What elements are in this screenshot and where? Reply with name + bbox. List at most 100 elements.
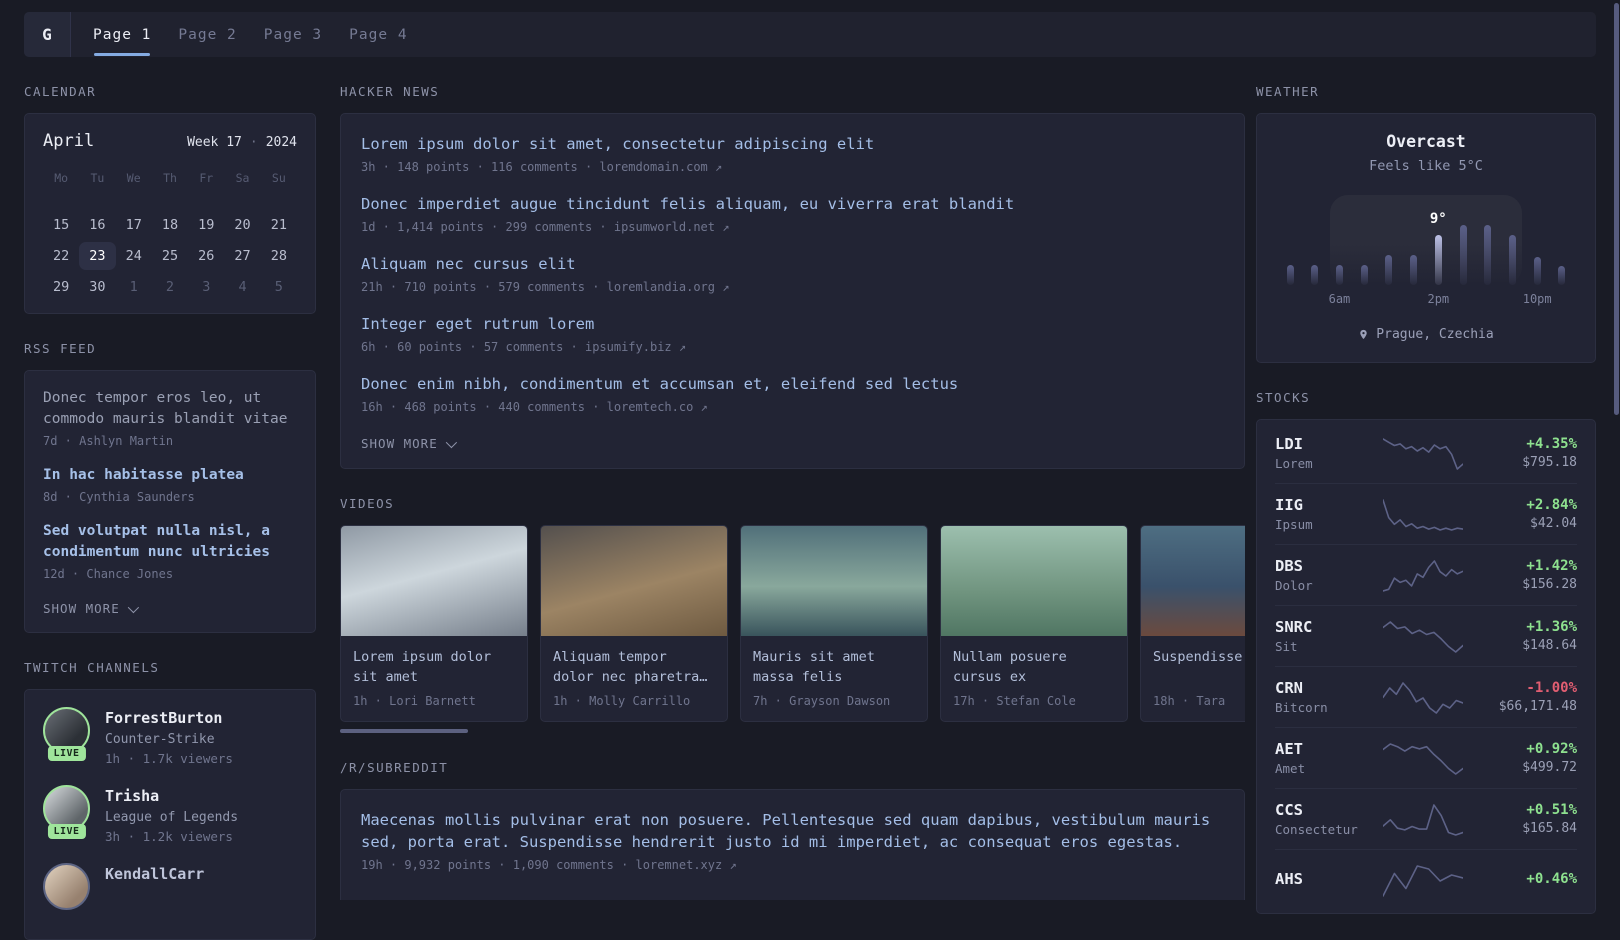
stock-identity: CCS Consectetur — [1275, 801, 1383, 837]
video-card[interactable]: Lorem ipsum dolor sit amet consectetu… 1… — [340, 525, 528, 722]
subreddit-post-meta: 19h · 9,932 points · 1,090 comments · lo… — [361, 858, 737, 872]
stock-price: $165.84 — [1522, 821, 1577, 836]
calendar-day-cell: 17 — [125, 217, 142, 233]
stock-identity: AHS — [1275, 870, 1383, 891]
page-tabs: Page 1 Page 2 Page 3 Page 4 — [71, 12, 408, 57]
calendar-day-header: Su — [271, 171, 286, 185]
app-logo[interactable]: G — [24, 12, 71, 57]
video-meta: 17h · Stefan Cole — [953, 694, 1076, 708]
calendar-day-cell: 4 — [238, 279, 247, 295]
page-tab[interactable]: Page 1 — [93, 27, 151, 56]
stocks-widget-title: STOCKS — [1256, 390, 1311, 405]
subreddit-post: Maecenas mollis pulvinar erat non posuer… — [361, 809, 1224, 872]
calendar-header: April Week 17 · 2024 — [43, 131, 297, 151]
hackernews-item-meta: 16h · 468 points · 440 comments · loremt… — [361, 400, 708, 414]
hackernews-item-link[interactable]: Aliquam nec cursus elit — [361, 253, 1224, 275]
video-meta: 1h · Molly Carrillo — [553, 694, 691, 708]
left-column: CALENDAR April Week 17 · 2024 Mo Tu We Th Fr… — [24, 57, 316, 940]
hackernews-show-more-label: SHOW MORE — [361, 436, 438, 451]
calendar-day-cell: 5 — [274, 279, 283, 295]
video-meta: 7h · Grayson Dawson — [753, 694, 891, 708]
weather-widget-title: WEATHER — [1256, 84, 1320, 99]
stock-change-percent: +2.84% — [1526, 497, 1577, 513]
stock-row[interactable]: DBS Dolor +1.42% $156.28 — [1275, 545, 1577, 606]
stock-row[interactable]: LDI Lorem +4.35% $795.18 — [1275, 423, 1577, 484]
video-card[interactable]: Suspendisse diam 18h · Tara — [1140, 525, 1245, 722]
weather-time-label: 6am — [1328, 292, 1351, 306]
rss-item-link[interactable]: Donec tempor eros leo, ut commodo mauris… — [43, 388, 297, 430]
weather-hourly-chart: 6am 9° 2pm 10pm — [1283, 195, 1569, 306]
calendar-year: 2024 — [265, 135, 297, 150]
stock-identity: SNRC Sit — [1275, 618, 1383, 654]
weather-temp-bar — [1385, 255, 1393, 285]
stock-name: Lorem — [1275, 456, 1313, 471]
stock-row[interactable]: IIG Ipsum +2.84% $42.04 — [1275, 484, 1577, 545]
subreddit-post-link[interactable]: Maecenas mollis pulvinar erat non posuer… — [361, 809, 1224, 853]
calendar-day-cell: 16 — [89, 217, 106, 233]
calendar-day-cell: 29 — [53, 279, 70, 295]
calendar-separator-dot: · — [249, 135, 258, 150]
video-card[interactable]: Aliquam tempor dolor nec pharetra… 1h · … — [540, 525, 728, 722]
calendar-grid: 15 16 17 18 19 20 21 22 23 24 25 26 27 2… — [43, 211, 297, 301]
rss-item-link[interactable]: In hac habitasse platea — [43, 465, 297, 486]
video-card[interactable]: Nullam posuere cursus ex 17h · Stefan Co… — [940, 525, 1128, 722]
video-card-body: Lorem ipsum dolor sit amet consectetu… 1… — [341, 636, 527, 721]
hackernews-item-link[interactable]: Donec enim nibh, condimentum et accumsan… — [361, 373, 1224, 395]
stock-identity: CRN Bitcorn — [1275, 679, 1383, 715]
stock-row[interactable]: SNRC Sit +1.36% $148.64 — [1275, 606, 1577, 667]
top-nav-bar: G Page 1 Page 2 Page 3 Page 4 — [24, 12, 1596, 57]
stock-price: $499.72 — [1522, 760, 1577, 775]
rss-show-more-label: SHOW MORE — [43, 601, 120, 616]
twitch-avatar-wrap: LIVE — [43, 863, 90, 910]
twitch-widget: LIVE ForrestBurton Counter-Strike 1h · 1… — [24, 689, 316, 940]
weather-hour-column — [1456, 195, 1470, 285]
stock-values: +1.36% $148.64 — [1522, 619, 1577, 653]
video-card[interactable]: Mauris sit amet massa felis 7h · Grayson… — [740, 525, 928, 722]
hackernews-widget-title: HACKER NEWS — [340, 84, 440, 99]
calendar-day-cell: 26 — [198, 248, 215, 264]
calendar-month: April — [43, 131, 95, 151]
calendar-day-header: Th — [163, 171, 177, 185]
twitch-avatar-wrap: LIVE — [43, 707, 90, 761]
twitch-channel-name: ForrestBurton — [105, 709, 223, 727]
page-tab[interactable]: Page 3 — [264, 27, 322, 43]
twitch-channel-game: League of Legends — [105, 810, 239, 825]
hackernews-show-more-button[interactable]: SHOW MORE — [361, 436, 457, 451]
twitch-widget-title: TWITCH CHANNELS — [24, 660, 160, 675]
page-tab[interactable]: Page 4 — [349, 27, 407, 43]
stock-row[interactable]: CCS Consectetur +0.51% $165.84 — [1275, 789, 1577, 850]
stock-identity: DBS Dolor — [1275, 557, 1383, 593]
rss-widget: Donec tempor eros leo, ut commodo mauris… — [24, 370, 316, 633]
stock-row[interactable]: CRN Bitcorn -1.00% $66,171.48 — [1275, 667, 1577, 728]
videos-horizontal-scrollbar[interactable] — [340, 729, 468, 733]
stock-row[interactable]: AET Amet +0.92% $499.72 — [1275, 728, 1577, 789]
weather-temp-bar — [1533, 257, 1541, 285]
live-badge: LIVE — [47, 746, 86, 761]
twitch-channel-info: KendallCarr — [105, 863, 204, 910]
stock-price: $66,171.48 — [1498, 699, 1577, 714]
twitch-channel-row[interactable]: LIVE KendallCarr — [43, 863, 297, 910]
twitch-channel-row[interactable]: LIVE Trisha League of Legends 3h · 1.2k … — [43, 785, 297, 844]
calendar-day-cell: 1 — [129, 279, 138, 295]
calendar-day-cell: 15 — [53, 217, 70, 233]
hackernews-item-link[interactable]: Lorem ipsum dolor sit amet, consectetur … — [361, 133, 1224, 155]
weather-condition: Overcast — [1386, 132, 1466, 151]
twitch-channel-row[interactable]: LIVE ForrestBurton Counter-Strike 1h · 1… — [43, 707, 297, 766]
subreddit-widget: Maecenas mollis pulvinar erat non posuer… — [340, 789, 1245, 900]
page-tab[interactable]: Page 2 — [178, 27, 236, 43]
location-pin-icon — [1360, 329, 1368, 340]
stock-row[interactable]: AHS +0.46% — [1275, 850, 1577, 910]
video-title: Suspendisse diam — [1153, 649, 1245, 665]
rss-item-link[interactable]: Sed volutpat nulla nisl, a condimentum n… — [43, 521, 297, 563]
live-badge: LIVE — [47, 824, 86, 839]
rss-show-more-button[interactable]: SHOW MORE — [43, 601, 139, 616]
hackernews-item-link[interactable]: Donec imperdiet augue tincidunt felis al… — [361, 193, 1224, 215]
calendar-day-cell: 30 — [89, 279, 106, 295]
weather-temp-bar — [1484, 225, 1492, 285]
stock-change-percent: +0.46% — [1526, 870, 1577, 887]
hackernews-item-link[interactable]: Integer eget rutrum lorem — [361, 313, 1224, 335]
weather-hour-column — [1481, 195, 1495, 285]
weather-hour-column: 9° 2pm — [1427, 195, 1449, 306]
hackernews-list: Lorem ipsum dolor sit amet, consectetur … — [361, 133, 1224, 414]
page-vertical-scrollbar[interactable] — [1614, 3, 1619, 415]
